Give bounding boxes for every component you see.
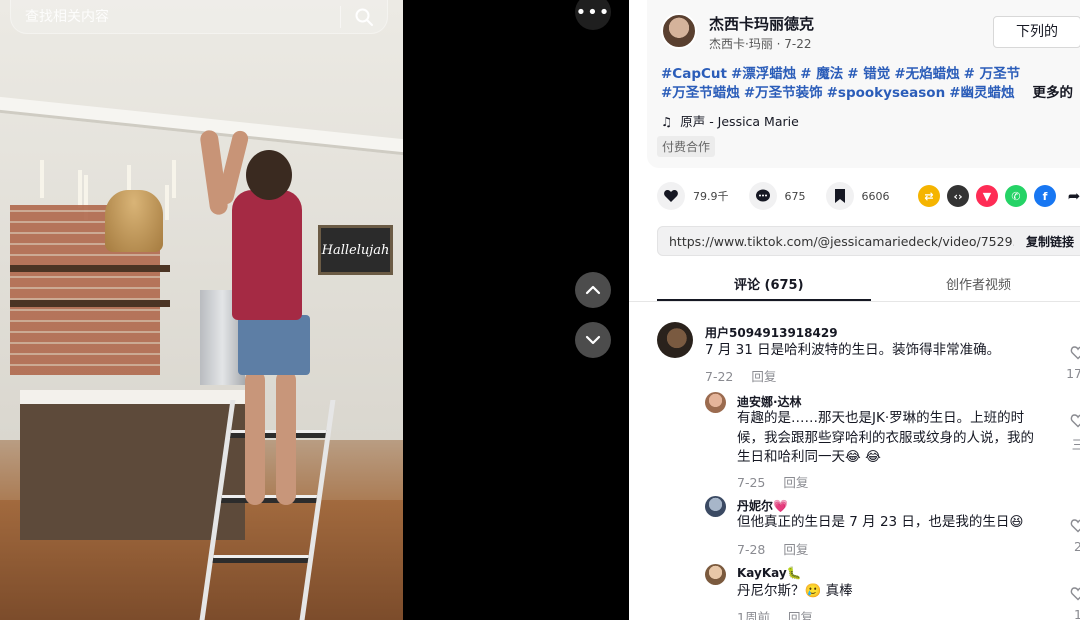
hashtag[interactable]: #无焰蜡烛 (894, 66, 959, 82)
video-link-box: https://www.tiktok.com/@jessicamariedeck… (657, 226, 1080, 256)
comment-icon (755, 189, 770, 202)
bookmark-icon (834, 189, 845, 203)
comment-text: 7 月 31 日是哈利波特的生日。装饰得非常准确。 (705, 342, 1001, 358)
comment-text: 但他真正的生日是 7 月 23 日，也是我的生日😆 (737, 514, 1024, 530)
comment-date: 7-25 (737, 475, 766, 490)
hashtag[interactable]: #万圣节蜡烛 (661, 85, 740, 101)
avatar[interactable] (657, 322, 693, 358)
active-tab-indicator (657, 299, 871, 301)
comment-button[interactable]: 675 (748, 182, 806, 210)
embed-icon[interactable]: ‹› (947, 185, 969, 207)
hashtag[interactable]: #CapCut (661, 66, 727, 82)
previous-video-button[interactable] (575, 272, 611, 308)
facebook-icon[interactable]: f (1034, 185, 1056, 207)
comment-count: 675 (784, 189, 806, 203)
tab-comments[interactable]: 评论 (675) (734, 274, 804, 293)
video-url[interactable]: https://www.tiktok.com/@jessicamariedeck… (658, 234, 1014, 249)
comment-like-button[interactable]: 2 (1063, 518, 1080, 554)
wall-sign: Hallelujah (318, 225, 393, 275)
comment-like-count: 2 (1074, 539, 1080, 554)
more-dots-icon: ••• (575, 1, 611, 23)
comment-author[interactable]: 丹妮尔💗 (737, 497, 788, 514)
hashtag[interactable]: #万圣节装饰 (744, 85, 823, 101)
comment-like-button[interactable]: 174 (1063, 345, 1080, 381)
video-player[interactable]: Hallelujah (0, 0, 403, 620)
author-avatar[interactable] (661, 13, 697, 49)
author-name[interactable]: 杰西卡玛丽德克 (709, 13, 814, 34)
comment-text: 丹尼尔斯？🥲 真棒 (737, 583, 853, 599)
music-title: 原声 - Jessica Marie (680, 114, 799, 129)
send-icon[interactable]: ▼ (976, 185, 998, 207)
avatar[interactable] (705, 564, 726, 585)
like-count: 79.9千 (693, 190, 729, 203)
caption-hashtags: #CapCut #漂浮蜡烛 # 魔法 # 错觉 #无焰蜡烛 # 万圣节 #万圣节蜡烛 #万圣… (661, 65, 1080, 103)
paid-partnership-tag: 付费合作 (657, 136, 716, 157)
tab-creator-videos[interactable]: 创作者视频 (946, 274, 1011, 293)
heart-outline-icon (1070, 414, 1080, 428)
comment-author[interactable]: KayKay🐛 (737, 566, 802, 580)
next-video-button[interactable] (575, 322, 611, 358)
heart-icon (664, 190, 678, 202)
repost-icon[interactable]: ⇄ (918, 185, 940, 207)
hashtag[interactable]: #spookyseason (827, 85, 946, 101)
search-input[interactable] (11, 8, 340, 25)
follow-button[interactable]: 下列的 (993, 16, 1080, 48)
heart-outline-icon (1070, 519, 1080, 533)
whatsapp-icon[interactable]: ✆ (1005, 185, 1027, 207)
copy-link-button[interactable]: 复制链接 (1014, 233, 1080, 250)
search-bar (10, 0, 388, 34)
comment-meta: 7-28 回复 (737, 539, 808, 558)
hashtag[interactable]: #漂浮蜡烛 (731, 66, 796, 82)
hashtag[interactable]: # 错觉 (847, 66, 890, 82)
comment-meta: 1周前 回复 (737, 607, 813, 620)
reply-button[interactable]: 回复 (788, 610, 813, 620)
save-count: 6606 (861, 189, 890, 203)
chevron-down-icon (585, 335, 601, 345)
comment-like-button[interactable]: 1 (1063, 586, 1080, 620)
comment-meta: 7-22 回复 (705, 366, 776, 385)
share-arrow-icon[interactable]: ➦ (1063, 185, 1080, 207)
post-date: 7-22 (784, 37, 812, 51)
author-handle[interactable]: 杰西卡·玛丽 (709, 37, 773, 51)
hashtag[interactable]: #幽灵蜡烛 (949, 85, 1014, 101)
comment-date: 1周前 (737, 610, 770, 620)
heart-outline-icon (1070, 346, 1080, 360)
comment-like-button[interactable]: 三 (1063, 413, 1080, 453)
music-note-icon: ♫ (661, 114, 673, 129)
reply-button[interactable]: 回复 (783, 542, 808, 557)
engagement-stats: 79.9千 675 6606 (657, 182, 910, 210)
author-subline: 杰西卡·玛丽 · 7-22 (709, 37, 812, 51)
comment-like-count: 174 (1066, 366, 1080, 381)
heart-outline-icon (1070, 587, 1080, 601)
search-button[interactable] (341, 0, 387, 34)
search-icon (355, 8, 373, 26)
hashtag[interactable]: # 万圣节 (964, 66, 1021, 82)
avatar[interactable] (705, 496, 726, 517)
save-button[interactable]: 6606 (825, 182, 890, 210)
comment-date: 7-28 (737, 542, 766, 557)
more-options-button[interactable]: ••• (575, 0, 611, 30)
music-link[interactable]: ♫ 原声 - Jessica Marie (661, 111, 799, 130)
reply-button[interactable]: 回复 (783, 475, 808, 490)
details-panel: 杰西卡玛丽德克 杰西卡·玛丽 · 7-22 下列的 #CapCut #漂浮蜡烛 # … (629, 0, 1080, 620)
more-caption-link[interactable]: 更多的 (1033, 85, 1074, 101)
comment-text: 有趣的是……那天也是JK·罗琳的生日。上班的时候，我会跟那些穿哈利的衣服或纹身的… (737, 410, 1034, 465)
comment-author[interactable]: 用户5094913918429 (705, 324, 838, 341)
panel-tabs: 评论 (675) 创作者视频 (629, 262, 1080, 302)
hashtag[interactable]: # 魔法 (800, 66, 843, 82)
reply-button[interactable]: 回复 (751, 369, 776, 384)
comment-like-count: 1 (1074, 607, 1080, 620)
comment-author[interactable]: 迪安娜·达林 (737, 393, 802, 410)
comment-meta: 7-25 回复 (737, 472, 808, 491)
chevron-up-icon (585, 285, 601, 295)
comment-like-count: 三 (1071, 437, 1080, 452)
avatar[interactable] (705, 392, 726, 413)
share-icons: ⇄ ‹› ▼ ✆ f ➦ (918, 185, 1080, 207)
like-button[interactable]: 79.9千 (657, 182, 729, 210)
comment-date: 7-22 (705, 369, 734, 384)
video-pane: Hallelujah ••• (0, 0, 629, 620)
